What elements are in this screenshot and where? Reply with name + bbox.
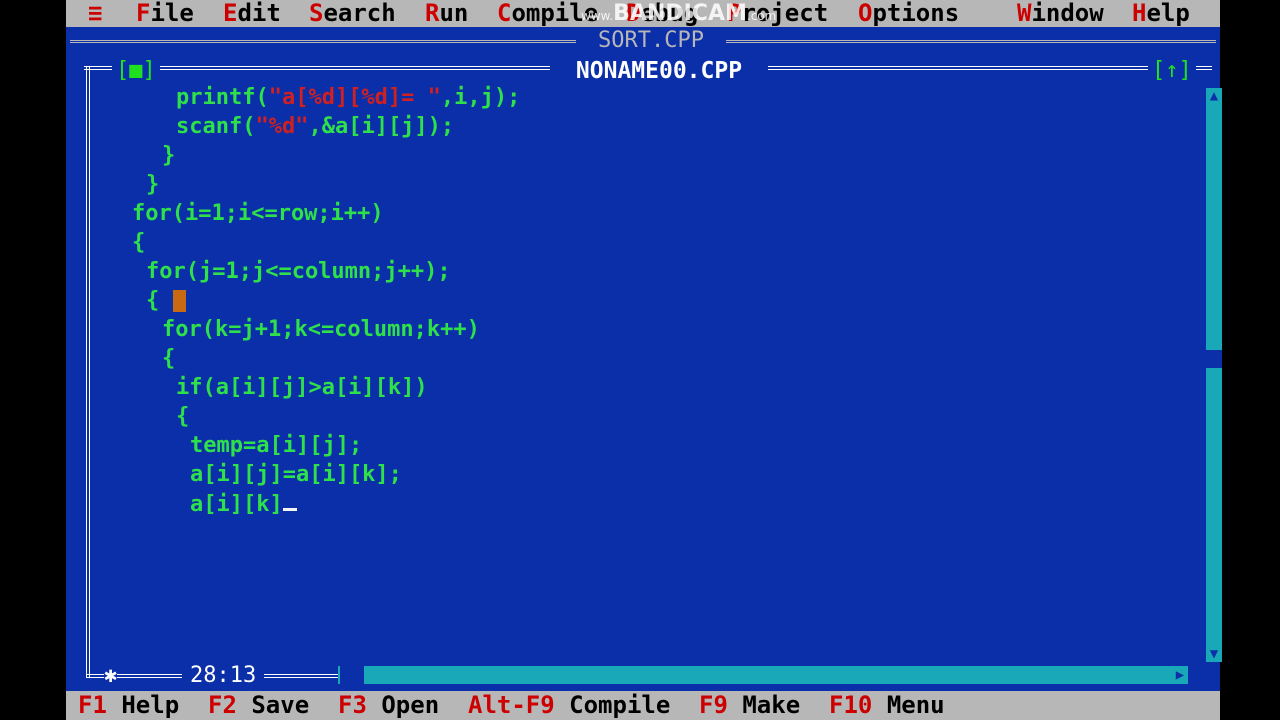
cursor-position: 28:13 [182,663,265,689]
menu-window[interactable]: Window [1017,0,1104,27]
code-line[interactable]: printf("a[%d][%d]= ",i,j); [176,84,520,112]
background-window-title[interactable]: SORT.CPP [576,28,726,54]
code-token: for(k=j+1;k<=column;k++) [162,317,480,342]
code-line[interactable]: { [162,345,175,373]
code-token: a[i][j]=a[i][k]; [190,462,402,487]
status-bar: F1 Help F2 Save F3 Open Alt-F9 Compile F… [66,691,1220,720]
code-token: a[i][k] [190,492,283,517]
code-line[interactable]: for(i=1;i<=row;i++) [132,200,384,228]
editor-window: [■] NONAME00.CPP [↑] [84,57,1212,686]
code-line[interactable]: { [132,229,145,257]
menu-edit[interactable]: Edit [223,0,281,27]
block-cursor [172,290,186,312]
code-line[interactable]: } [162,142,175,170]
turbo-cpp-screen: ≡ File Edit Search Run Compile Debug Pro… [66,0,1222,720]
status-make[interactable]: F9 Make [699,691,800,720]
code-line[interactable]: { [146,287,186,315]
code-line[interactable]: for(j=1;j<=column;j++); [146,258,451,286]
code-token: ,&a[i][j]); [308,114,455,139]
vertical-scrollbar[interactable]: ▲ ▼ [1206,88,1222,662]
menu-bar: ≡ File Edit Search Run Compile Debug Pro… [66,0,1220,27]
status-help[interactable]: F1 Help [78,691,179,720]
code-token: for(i=1;i<=row;i++) [132,201,384,226]
menu-run[interactable]: Run [425,0,468,27]
menu-options[interactable]: Options [858,0,959,27]
menu-search[interactable]: Search [309,0,396,27]
code-token: } [162,143,176,168]
code-line[interactable]: } [146,171,159,199]
window-left-border [86,66,90,678]
horizontal-scroll-thumb[interactable] [340,666,364,684]
status-open[interactable]: F3 Open [338,691,439,720]
status-compile[interactable]: Alt-F9 Compile [468,691,670,720]
scroll-right-arrow-icon[interactable]: ▶ [1172,666,1188,684]
menu-help[interactable]: Help [1132,0,1190,27]
code-token: } [146,172,160,197]
menu-file[interactable]: File [136,0,194,27]
zoom-box-button[interactable]: [↑] [1148,57,1196,85]
code-line[interactable]: a[i][j]=a[i][k]; [190,461,402,489]
code-token: temp=a[i][j]; [190,433,363,458]
code-token: scanf( [176,114,256,139]
code-token: printf( [176,85,269,110]
code-token: for(j=1;j<=column;j++); [146,259,451,284]
code-line[interactable]: temp=a[i][j]; [190,432,362,460]
code-token: ,i,j); [440,85,521,110]
modified-marker-icon: ✱ [104,663,118,689]
text-caret [282,490,297,511]
string-literal: "%d" [255,114,309,139]
string-literal: "a[%d][%d]= " [268,85,441,110]
window-title: NONAME00.CPP [550,57,768,85]
code-line[interactable]: if(a[i][j]>a[i][k]) [176,374,428,402]
horizontal-scrollbar[interactable]: ▶ [338,666,1188,684]
code-line[interactable]: for(k=j+1;k<=column;k++) [162,316,480,344]
code-token: { [176,404,190,429]
status-menu[interactable]: F10 Menu [829,691,945,720]
status-save[interactable]: F2 Save [208,691,309,720]
code-token: { [162,346,176,371]
code-line[interactable]: scanf("%d",&a[i][j]); [176,113,454,141]
system-menu-icon[interactable]: ≡ [88,0,102,27]
code-token: { [132,230,146,255]
close-box-button[interactable]: [■] [112,57,160,85]
code-token: if(a[i][j]>a[i][k]) [176,375,428,400]
vertical-scroll-thumb[interactable] [1206,350,1222,368]
recording-watermark: www.BANDICAM.com [581,1,777,26]
scroll-up-arrow-icon[interactable]: ▲ [1206,88,1222,104]
code-line[interactable]: { [176,403,189,431]
scroll-down-arrow-icon[interactable]: ▼ [1206,646,1222,662]
code-line[interactable]: a[i][k] [190,490,297,519]
code-token: { [146,288,173,313]
